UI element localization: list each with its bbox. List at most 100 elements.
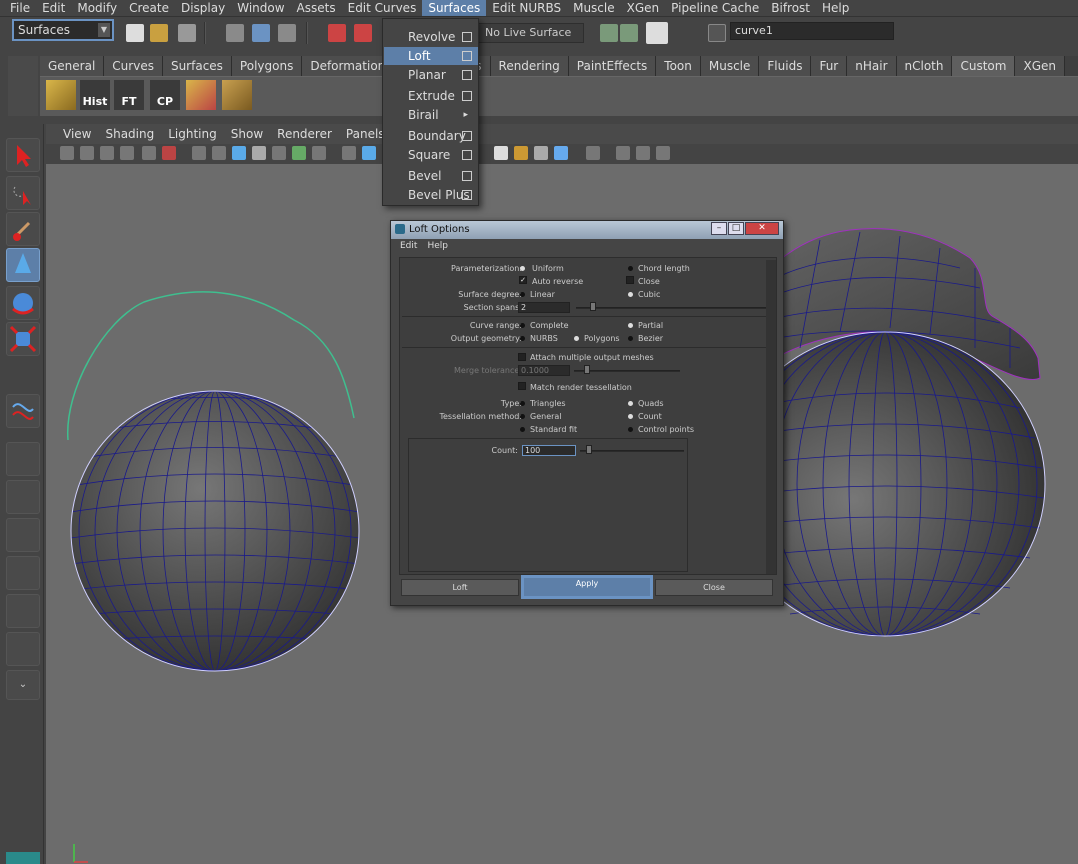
script-layout-icon[interactable] (6, 632, 40, 666)
maximize-icon[interactable]: □ (728, 222, 744, 235)
close-icon[interactable]: ✕ (745, 222, 779, 235)
viewport-menu-show[interactable]: Show (224, 127, 270, 141)
shelf-loft-icon[interactable] (46, 80, 76, 110)
rotate-tool-icon[interactable] (6, 286, 40, 320)
input-line-icon[interactable] (708, 24, 726, 42)
shelf-tab-fur[interactable]: Fur (811, 56, 848, 76)
menu-edit[interactable]: Edit (36, 0, 71, 16)
viewport-menu-renderer[interactable]: Renderer (270, 127, 339, 141)
grid-icon[interactable] (192, 146, 206, 160)
shelf-tab-custom[interactable]: Custom (952, 56, 1016, 76)
menu-help[interactable]: Help (816, 0, 855, 16)
shelf-tab-nhair[interactable]: nHair (847, 56, 897, 76)
select-hierarchy-icon[interactable] (226, 24, 244, 42)
shelf-tab-painteffects[interactable]: PaintEffects (568, 56, 657, 76)
bookmark-icon[interactable] (100, 146, 114, 160)
single-perspective-layout-icon[interactable] (6, 442, 40, 476)
shelf-tab-rendering[interactable]: Rendering (490, 56, 569, 76)
menu-window[interactable]: Window (231, 0, 290, 16)
section-spans-slider[interactable] (576, 307, 772, 309)
new-scene-icon[interactable] (126, 24, 144, 42)
apply-button[interactable]: Apply (521, 575, 653, 599)
graph-layout-icon[interactable] (6, 556, 40, 590)
viewport-menu-shading[interactable]: Shading (98, 127, 161, 141)
menu-modify[interactable]: Modify (71, 0, 123, 16)
field-chart-icon[interactable] (272, 146, 286, 160)
snap-curve-icon[interactable] (354, 24, 372, 42)
viewport-menu-lighting[interactable]: Lighting (161, 127, 224, 141)
four-view-layout-icon[interactable] (6, 480, 40, 514)
option-box-icon[interactable] (462, 131, 472, 141)
poly-sphere-left[interactable] (70, 390, 360, 672)
smooth-shade-icon[interactable] (362, 146, 376, 160)
menu-muscle[interactable]: Muscle (567, 0, 621, 16)
attach-multiple-checkbox[interactable] (518, 353, 526, 361)
move-tool-icon[interactable] (6, 248, 40, 282)
menu-surfaces[interactable]: Surfaces (422, 0, 487, 16)
degree-linear-radio[interactable] (520, 292, 525, 297)
menu-item-revolve[interactable]: Revolve (384, 28, 478, 46)
menu-file[interactable]: File (4, 0, 36, 16)
minimize-icon[interactable]: – (711, 222, 727, 235)
range-complete-radio[interactable] (520, 323, 525, 328)
menu-xgen[interactable]: XGen (621, 0, 666, 16)
tess-standard-radio[interactable] (520, 427, 525, 432)
menu-set-selector[interactable]: Surfaces ▼ (12, 19, 114, 41)
resolution-gate-icon[interactable] (232, 146, 246, 160)
outliner-layout-icon[interactable] (6, 518, 40, 552)
select-object-icon[interactable] (252, 24, 270, 42)
param-chord-radio[interactable] (628, 266, 633, 271)
viewport-menu-view[interactable]: View (56, 127, 98, 141)
menu-edit-curves[interactable]: Edit Curves (342, 0, 423, 16)
motion-blur-icon[interactable] (554, 146, 568, 160)
paint-select-tool-icon[interactable] (6, 212, 40, 246)
render-icon[interactable] (600, 24, 618, 42)
menu-bifrost[interactable]: Bifrost (765, 0, 816, 16)
live-surface-field[interactable]: No Live Surface (478, 23, 584, 43)
option-box-icon[interactable] (462, 171, 472, 181)
menu-item-birail[interactable]: Birail ▸ (384, 106, 478, 124)
menu-item-planar[interactable]: Planar (384, 66, 478, 84)
shelf-history-button[interactable]: Hist (80, 80, 110, 110)
shelf-options[interactable] (8, 56, 38, 116)
option-box-icon[interactable] (462, 150, 472, 160)
type-quads-radio[interactable] (628, 401, 633, 406)
select-component-icon[interactable] (278, 24, 296, 42)
menu-pipeline-cache[interactable]: Pipeline Cache (665, 0, 765, 16)
open-scene-icon[interactable] (150, 24, 168, 42)
count-slider-handle[interactable] (586, 445, 592, 454)
menu-display[interactable]: Display (175, 0, 231, 16)
safe-title-icon[interactable] (312, 146, 326, 160)
isolate-select-icon[interactable] (586, 146, 600, 160)
shelf-center-pivot-button[interactable]: CP (150, 80, 180, 110)
render-settings-icon[interactable] (646, 22, 668, 44)
close-checkbox[interactable] (626, 276, 634, 284)
dialog-menu-edit[interactable]: Edit (395, 241, 422, 255)
menu-item-bevel-plus[interactable]: Bevel Plus (384, 186, 478, 204)
menu-item-extrude[interactable]: Extrude (384, 87, 478, 105)
geo-bezier-radio[interactable] (628, 336, 633, 341)
xray-icon[interactable] (616, 146, 630, 160)
menu-item-boundary[interactable]: Boundary (384, 127, 478, 145)
dialog-menu-help[interactable]: Help (422, 241, 453, 255)
safe-action-icon[interactable] (292, 146, 306, 160)
close-button[interactable]: Close (655, 579, 773, 596)
tess-control-radio[interactable] (628, 427, 633, 432)
shelf-tab-muscle[interactable]: Muscle (700, 56, 760, 76)
count-slider[interactable] (580, 450, 684, 452)
option-box-icon[interactable] (462, 91, 472, 101)
dialog-scrollbar[interactable] (766, 260, 776, 574)
degree-cubic-radio[interactable] (628, 292, 633, 297)
save-scene-icon[interactable] (178, 24, 196, 42)
section-spans-slider-handle[interactable] (590, 302, 596, 311)
range-partial-radio[interactable] (628, 323, 633, 328)
menu-item-loft[interactable]: Loft (384, 47, 478, 65)
wireframe-icon[interactable] (342, 146, 356, 160)
tess-general-radio[interactable] (520, 414, 525, 419)
shelf-cube-icon[interactable] (222, 80, 252, 110)
camera-icon[interactable] (60, 146, 74, 160)
option-box-icon[interactable] (462, 70, 472, 80)
select-tool-icon[interactable] (6, 138, 40, 172)
option-box-icon[interactable] (462, 51, 472, 61)
param-uniform-radio[interactable] (520, 266, 525, 271)
